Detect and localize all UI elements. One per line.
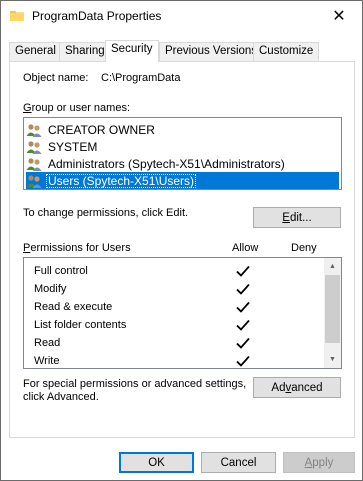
apply-button[interactable]: Apply	[283, 452, 355, 473]
title-bar[interactable]: ProgramData Properties ✕	[1, 1, 362, 32]
list-item[interactable]: Administrators (Spytech-X51\Administrato…	[26, 155, 339, 172]
table-row: Full control	[34, 263, 334, 281]
user-group-icon	[26, 174, 42, 188]
list-item[interactable]: CREATOR OWNER	[26, 121, 339, 138]
tab-customize[interactable]: Customize	[253, 42, 320, 61]
permission-name: List folder contents	[34, 319, 127, 331]
permissions-label: Permissions for Users	[23, 242, 131, 254]
check-icon	[236, 355, 250, 367]
scroll-up-button[interactable]: ▲	[324, 258, 341, 275]
scroll-thumb[interactable]	[325, 275, 340, 343]
chevron-down-icon: ▼	[329, 356, 336, 363]
list-item-label: Administrators (Spytech-X51\Administrato…	[48, 156, 285, 171]
table-row: Modify	[34, 281, 334, 299]
list-item[interactable]: SYSTEM	[26, 138, 339, 155]
permission-name: Modify	[34, 283, 67, 295]
allow-column-header: Allow	[232, 242, 259, 254]
list-item-selected[interactable]: Users (Spytech-X51\Users)	[26, 172, 339, 189]
tab-sharing[interactable]: Sharing	[59, 42, 111, 61]
properties-dialog: ProgramData Properties ✕ General Sharing…	[0, 0, 363, 481]
permission-name: Full control	[34, 265, 88, 277]
list-item-label: Users (Spytech-X51\Users)	[46, 173, 197, 188]
permissions-list[interactable]: Full control Modify Read & execute List …	[23, 257, 342, 369]
user-group-icon	[26, 157, 42, 171]
check-icon	[236, 301, 250, 313]
window-title: ProgramData Properties	[32, 9, 162, 23]
permission-name: Read & execute	[34, 301, 113, 313]
permission-name: Read	[34, 337, 61, 349]
list-item-label: SYSTEM	[48, 139, 98, 154]
advanced-button[interactable]: Ad v anced	[253, 377, 341, 398]
group-names-label: Group or user names:	[23, 102, 130, 114]
tab-general[interactable]: General	[9, 42, 62, 61]
object-name-value: C:\ProgramData	[101, 72, 181, 84]
check-icon	[236, 319, 250, 331]
chevron-up-icon: ▲	[329, 263, 336, 270]
object-name-label: Object name:	[23, 72, 89, 84]
vertical-scrollbar[interactable]: ▲ ▼	[324, 258, 341, 368]
table-row: Write	[34, 353, 334, 368]
advanced-hint: For special permissions or advanced sett…	[23, 378, 247, 403]
ok-button[interactable]: OK	[119, 452, 194, 473]
table-row: List folder contents	[34, 317, 334, 335]
check-icon	[236, 265, 250, 277]
change-permissions-hint: To change permissions, click Edit.	[23, 207, 189, 219]
check-icon	[236, 283, 250, 295]
tab-security[interactable]: Security	[105, 40, 159, 62]
check-icon	[236, 337, 250, 349]
close-icon: ✕	[332, 8, 346, 25]
user-group-icon	[26, 123, 42, 137]
group-list[interactable]: CREATOR OWNER SYSTEM Administrators (Spy…	[23, 117, 342, 190]
deny-column-header: Deny	[291, 242, 317, 254]
close-button[interactable]: ✕	[316, 1, 362, 31]
scroll-down-button[interactable]: ▼	[324, 351, 341, 368]
table-row: Read	[34, 335, 334, 353]
folder-icon	[10, 11, 24, 21]
table-row: Read & execute	[34, 299, 334, 317]
cancel-button[interactable]: Cancel	[201, 452, 276, 473]
user-group-icon	[26, 140, 42, 154]
tab-previous-versions[interactable]: Previous Versions	[159, 42, 264, 61]
list-item-label: CREATOR OWNER	[48, 122, 155, 137]
tab-strip: General Sharing Security Previous Versio…	[9, 40, 355, 62]
permission-name: Write	[34, 355, 60, 367]
edit-button[interactable]: Edit...	[253, 207, 341, 228]
